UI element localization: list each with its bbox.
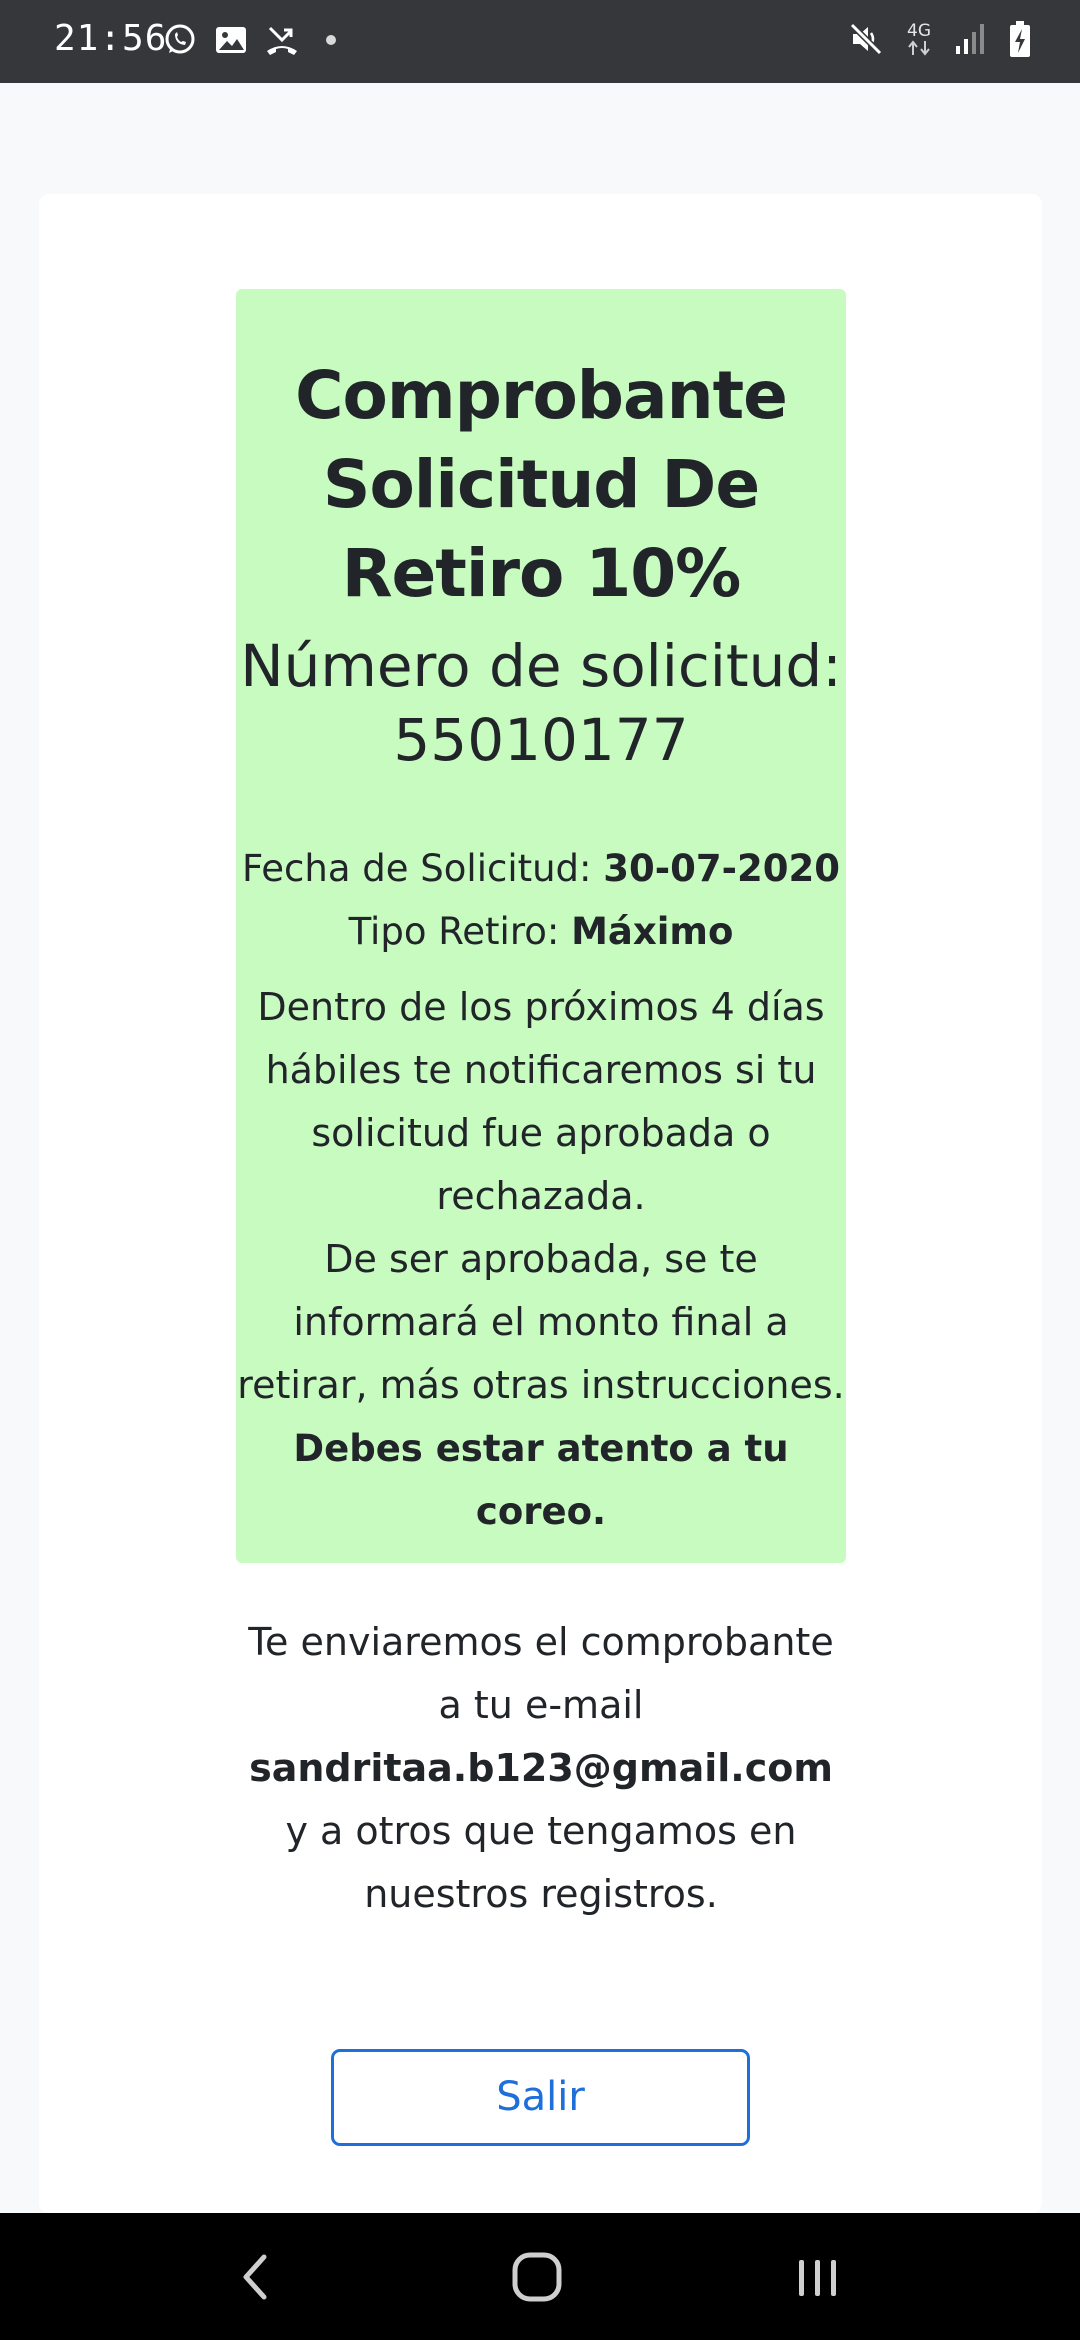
request-number: Número de solicitud: 55010177 [236,629,846,777]
receipt-card: Comprobante Solicitud De Retiro 10% Núme… [39,194,1042,2213]
email-notice-before: Te enviaremos el comprobante a tu e-mail [248,1620,834,1727]
recents-icon [799,2259,836,2296]
email-notice: Te enviaremos el comprobante a tu e-mail… [236,1611,846,1926]
notification-icons [162,22,336,58]
back-button[interactable] [166,2213,346,2340]
network-indicator: 4G [906,20,932,56]
data-arrows-icon [908,39,930,56]
back-icon [243,2254,267,2299]
gallery-icon [216,27,246,53]
request-date: Fecha de Solicitud: 30-07-2020 [236,838,846,900]
email-notice-after: y a otros que tengamos en nuestros regis… [285,1809,797,1916]
missed-call-icon [267,26,297,55]
whatsapp-icon [165,24,195,54]
withdrawal-type: Tipo Retiro: Máximo [236,901,846,963]
request-date-value: 30-07-2020 [603,847,840,890]
navigation-bar [0,2213,1080,2340]
status-time: 21:56 [54,18,168,59]
request-number-label: Número de solicitud: [240,632,842,700]
notice-approval: De ser aprobada, se te informará el mont… [237,1237,845,1407]
exit-button[interactable]: Salir [331,2049,750,2146]
home-button[interactable] [447,2213,627,2340]
request-date-label: Fecha de Solicitud: [242,847,592,890]
content-area: Comprobante Solicitud De Retiro 10% Núme… [0,83,1080,2213]
home-icon [512,2252,562,2301]
battery-charging-icon [1010,21,1030,57]
signal-icon [956,24,984,54]
receipt-title: Comprobante Solicitud De Retiro 10% [295,357,788,612]
status-bar: 21:56 4G [0,0,1080,83]
withdrawal-type-value: Máximo [571,910,734,953]
system-icons: 4G [848,20,1032,58]
email-address: sandritaa.b123@gmail.com [249,1746,833,1790]
approval-notice: Dentro de los próximos 4 días hábiles te… [236,976,846,1543]
receipt-box: Comprobante Solicitud De Retiro 10% Núme… [236,289,846,1563]
notification-dot-icon [326,35,336,45]
network-label: 4G [907,20,931,41]
withdrawal-type-label: Tipo Retiro: [348,910,560,953]
mute-icon [849,22,883,56]
recents-button[interactable] [728,2213,908,2340]
notice-email-warning: Debes estar atento a tu coreo. [293,1427,789,1533]
request-number-value: 55010177 [393,706,689,774]
notice-review: Dentro de los próximos 4 días hábiles te… [257,985,825,1218]
